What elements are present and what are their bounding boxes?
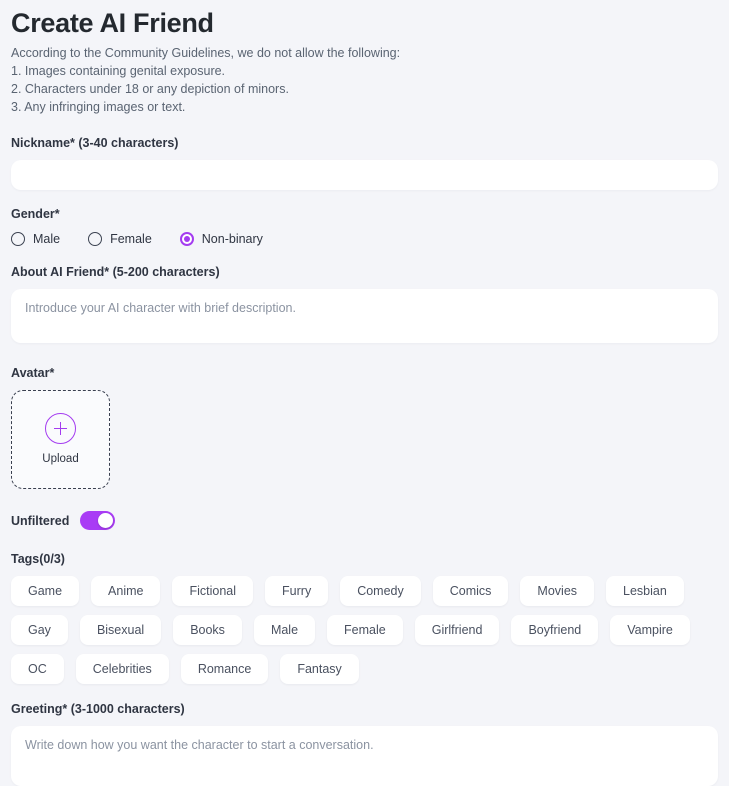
tag-pill[interactable]: Girlfriend (414, 615, 500, 645)
gender-option-label: Non-binary (201, 232, 263, 246)
toggle-knob (98, 513, 114, 528)
avatar-upload-dropzone[interactable]: Upload (11, 390, 110, 489)
gender-option-label: Female (110, 232, 152, 246)
tag-pill[interactable]: Female (327, 615, 403, 645)
plus-icon (45, 413, 76, 444)
gender-label: Gender* (11, 207, 60, 221)
tag-pill[interactable]: OC (11, 654, 64, 684)
nickname-input[interactable] (11, 160, 718, 190)
tag-pill[interactable]: Game (11, 576, 80, 606)
unfiltered-toggle[interactable] (80, 511, 116, 530)
nickname-label: Nickname* (3-40 characters) (11, 136, 179, 150)
guideline-item-2: 2. Characters under 18 or any depiction … (11, 82, 289, 96)
gender-field-group: Gender* Male Female Non-binary (11, 206, 718, 246)
gender-radio-group: Male Female Non-binary (11, 232, 718, 246)
tag-pill[interactable]: Romance (180, 654, 269, 684)
avatar-field-group: Avatar* Upload (11, 365, 718, 489)
radio-icon (11, 232, 25, 246)
tag-pill[interactable]: Fictional (172, 576, 254, 606)
tag-pill[interactable]: Books (173, 615, 242, 645)
about-label: About AI Friend* (5-200 characters) (11, 265, 220, 279)
tag-pill[interactable]: Fantasy (280, 654, 359, 684)
gender-option-male[interactable]: Male (11, 232, 60, 246)
guideline-item-1: 1. Images containing genital exposure. (11, 64, 226, 78)
tags-label: Tags(0/3) (11, 552, 65, 566)
tag-pill[interactable]: Vampire (610, 615, 690, 645)
guidelines-intro: According to the Community Guidelines, w… (11, 46, 401, 60)
gender-option-label: Male (33, 232, 61, 246)
greeting-label: Greeting* (3-1000 characters) (11, 702, 185, 716)
nickname-field-group: Nickname* (3-40 characters) (11, 135, 718, 190)
page-title: Create AI Friend (11, 8, 214, 38)
community-guidelines: According to the Community Guidelines, w… (11, 44, 718, 116)
tag-pill[interactable]: Gay (11, 615, 68, 645)
create-ai-friend-page: Create AI Friend According to the Commun… (0, 0, 729, 786)
tag-pill[interactable]: Male (253, 615, 316, 645)
tag-pill[interactable]: Lesbian (606, 576, 684, 606)
tag-pill[interactable]: Comedy (340, 576, 421, 606)
tag-pill[interactable]: Bisexual (79, 615, 162, 645)
avatar-upload-label: Upload (42, 453, 79, 465)
tag-pill[interactable]: Anime (91, 576, 161, 606)
greeting-textarea[interactable] (11, 726, 718, 786)
about-textarea[interactable] (11, 289, 718, 343)
greeting-field-group: Greeting* (3-1000 characters) (11, 701, 718, 786)
tag-pill[interactable]: Furry (265, 576, 329, 606)
tag-pill[interactable]: Boyfriend (511, 615, 599, 645)
guideline-item-3: 3. Any infringing images or text. (11, 100, 186, 114)
gender-option-female[interactable]: Female (88, 232, 152, 246)
tag-pill[interactable]: Movies (520, 576, 595, 606)
tag-pill[interactable]: Celebrities (75, 654, 169, 684)
about-field-group: About AI Friend* (5-200 characters) (11, 264, 718, 343)
tags-list: Game Anime Fictional Furry Comedy Comics Movie… (11, 576, 723, 693)
unfiltered-field-group: Unfiltered (11, 511, 718, 530)
radio-icon (88, 232, 103, 246)
tag-pill[interactable]: Comics (432, 576, 509, 606)
tags-field-group: Tags(0/3) Game Anime Fictional Furry Comedy C… (11, 551, 718, 693)
avatar-label: Avatar* (11, 366, 55, 380)
radio-selected-icon (179, 232, 194, 246)
unfiltered-label: Unfiltered (11, 513, 70, 528)
gender-option-non-binary[interactable]: Non-binary (179, 232, 263, 246)
